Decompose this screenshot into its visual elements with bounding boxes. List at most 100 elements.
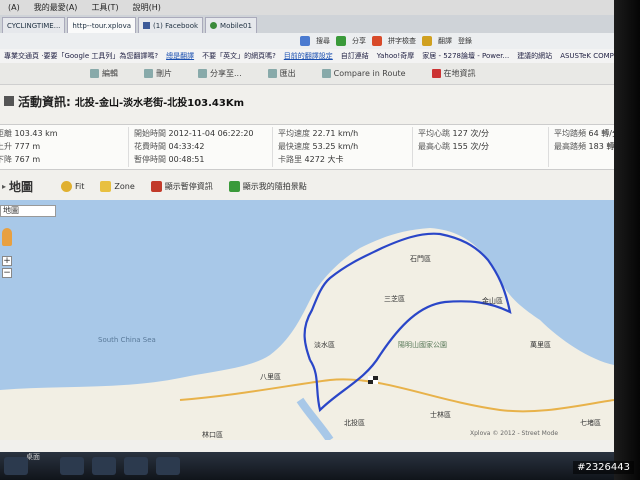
stat-label: 卡路里 (278, 155, 302, 164)
route-title: 北投-金山-淡水老街-北投103.43Km (74, 97, 245, 109)
stat-label: 平均心跳 (418, 129, 450, 138)
divider (548, 127, 549, 167)
bookmark-asus[interactable]: ASUSTeK COMPUTER (560, 52, 614, 60)
menu-bar: (A) 我的最愛(A) 工具(T) 說明(H) (0, 0, 614, 15)
edit-button[interactable]: 編輯 (90, 68, 118, 79)
map-heading: 地圖 (9, 179, 34, 194)
toolbar-spellcheck[interactable]: 拼字檢查 (388, 36, 416, 46)
bookmark-yahoo[interactable]: Yahoo!奇摩 (377, 51, 414, 61)
translate-settings-link[interactable]: 目前的翻譯設定 (284, 51, 333, 61)
stat-label: 開始時間 (134, 129, 166, 138)
stat-value: 777 m (14, 142, 41, 151)
taskbar-folder-icon[interactable] (156, 457, 180, 475)
taskbar-media-icon[interactable] (124, 457, 148, 475)
share-button[interactable]: 分享至... (198, 68, 242, 79)
desktop-label[interactable]: 桌面 (26, 452, 40, 462)
stat-value: 00:48:51 (168, 155, 205, 164)
start-button[interactable] (4, 457, 28, 475)
stat-label: 最高心跳 (418, 142, 450, 151)
info-icon (431, 69, 441, 78)
stat-value: 64 轉/分 (588, 129, 614, 138)
tab-cyclingtime[interactable]: CYCLINGTIME... (2, 17, 66, 33)
fit-icon (61, 180, 73, 192)
stat-value: 127 次/分 (452, 129, 490, 138)
map-type-select[interactable]: 地圖 (0, 205, 56, 217)
share-icon[interactable] (336, 36, 346, 46)
export-label: 匯出 (279, 69, 296, 78)
stats-cadence: 平均踏頻 64 轉/分 最高踏頻 183 轉/分 (554, 127, 614, 153)
fit-button[interactable]: Fit (61, 180, 84, 192)
bookmark-5278[interactable]: 家居 - 5278論壇 - Power... (422, 51, 509, 61)
activity-stats: 距離 103.43 km 上升 777 m 下降 767 m 開始時間 2012… (0, 124, 614, 170)
taskbar-explorer-icon[interactable] (60, 457, 84, 475)
menu-item-favorites[interactable]: 我的最愛(A) (34, 2, 78, 13)
activity-heading: 活動資訊: (18, 94, 71, 109)
stat-value: 22.71 km/h (312, 129, 359, 138)
divider (272, 127, 273, 167)
watermark: #2326443 (573, 461, 634, 474)
stat-label: 下降 (0, 155, 12, 164)
menu-item-edit[interactable]: (A) (8, 3, 20, 12)
translate-icon[interactable] (422, 36, 432, 46)
edit-label: 編輯 (102, 69, 118, 78)
map-label-linkou: 林口區 (202, 431, 223, 439)
map-copyright: Xplova © 2012 - Street Mode (470, 430, 559, 437)
photos-label: 刪片 (156, 69, 172, 78)
search-icon[interactable] (300, 36, 310, 46)
stat-label: 距離 (0, 129, 12, 138)
route-map[interactable]: South China Sea 石門區 金山區 三芝區 淡水區 陽明山國家公園 … (0, 200, 614, 440)
toolbar-translate[interactable]: 翻譯 (438, 36, 452, 46)
street-view-pegman-icon[interactable] (2, 228, 12, 246)
tab-mobile01[interactable]: Mobile01 (205, 17, 257, 33)
stat-label: 最高踏頻 (554, 142, 586, 151)
bookmark-suggested[interactable]: 建議的網站 (517, 51, 552, 61)
never-translate-text[interactable]: 不要「英文」的網頁嗎? (202, 51, 276, 61)
tab-facebook[interactable]: (1) Facebook (138, 17, 204, 33)
show-pause-button[interactable]: 顯示暫停資訊 (150, 180, 213, 192)
local-info-label: 在地資訊 (443, 69, 476, 78)
monitor-screen: (A) 我的最愛(A) 工具(T) 說明(H) CYCLINGTIME... h… (0, 0, 614, 452)
zoom-in-button[interactable]: + (2, 256, 12, 266)
map-label-wanli: 萬里區 (530, 341, 551, 349)
facebook-icon (143, 22, 150, 29)
map-section-title: ▸ 地圖 (2, 178, 33, 195)
local-info-button[interactable]: 在地資訊 (431, 68, 476, 79)
translate-bar: 專業交通頁 ·要要「Google 工具列」為您翻譯嗎? 總是翻譯 不要「英文」的… (0, 49, 614, 63)
stats-heart-rate: 平均心跳 127 次/分 最高心跳 155 次/分 (418, 127, 489, 153)
stat-value: 2012-11-04 06:22:20 (168, 129, 254, 138)
stat-value: 04:33:42 (168, 142, 205, 151)
zoom-out-button[interactable]: − (2, 268, 12, 278)
stat-label: 花費時間 (134, 142, 166, 151)
zone-button[interactable]: Zone (100, 180, 135, 192)
compare-route-button[interactable]: Compare in Route (321, 69, 406, 78)
stat-value: 4272 大卡 (304, 155, 344, 164)
spellcheck-icon[interactable] (372, 36, 382, 46)
toolbar-share[interactable]: 分享 (352, 36, 366, 46)
toolbar-signin[interactable]: 登錄 (458, 36, 472, 46)
compare-icon (321, 69, 331, 78)
collapse-icon[interactable]: ▸ (2, 182, 6, 191)
activity-actions: 編輯 刪片 分享至... 匯出 Compare in Route 在地資訊 (0, 63, 614, 85)
bookmark-custom-links[interactable]: 自訂連結 (341, 51, 369, 61)
map-label-jinshan: 金山區 (482, 297, 503, 305)
stat-label: 平均踏頻 (554, 129, 586, 138)
show-photos-label: 顯示我的隨拍景點 (242, 181, 307, 191)
stat-label: 上升 (0, 142, 12, 151)
mobile01-icon (210, 22, 218, 29)
export-button[interactable]: 匯出 (267, 68, 296, 79)
toolbar-search[interactable]: 搜尋 (316, 36, 330, 46)
menu-item-help[interactable]: 說明(H) (133, 2, 161, 13)
divider (412, 127, 413, 167)
show-photos-button[interactable]: 顯示我的隨拍景點 (228, 180, 307, 192)
photos-button[interactable]: 刪片 (144, 68, 172, 79)
always-translate-link[interactable]: 總是翻譯 (166, 51, 194, 61)
camera-icon (228, 180, 240, 192)
tab-xplova[interactable]: http--tour.xplova (67, 17, 136, 33)
menu-item-tools[interactable]: 工具(T) (91, 2, 118, 13)
map-toolbar: ▸ 地圖 Fit Zone 顯示暫停資訊 顯示我的隨拍景點 (0, 172, 614, 200)
map-label-shilin: 士林區 (430, 411, 451, 419)
map-canvas (0, 228, 614, 440)
zone-label: Zone (114, 181, 135, 191)
taskbar-ie-icon[interactable] (92, 457, 116, 475)
tab-strip: CYCLINGTIME... http--tour.xplova (1) Fac… (0, 15, 614, 33)
